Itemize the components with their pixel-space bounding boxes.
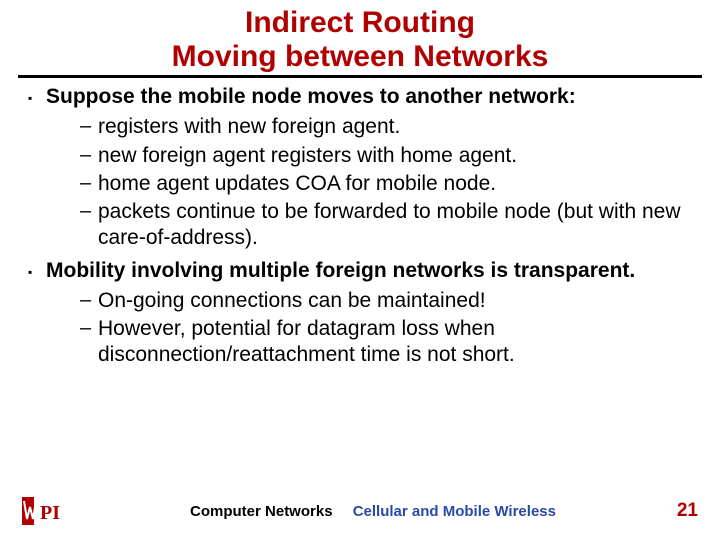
- sub-text: On-going connections can be maintained!: [98, 288, 692, 314]
- dash-bullet-icon: –: [80, 199, 98, 252]
- slide-title: Indirect Routing Moving between Networks: [18, 6, 702, 73]
- wpi-logo-icon: PI: [22, 497, 82, 525]
- list-item: – new foreign agent registers with home …: [80, 143, 692, 169]
- list-item: – On-going connections can be maintained…: [80, 288, 692, 314]
- sub-text: home agent updates COA for mobile node.: [98, 171, 692, 197]
- dash-bullet-icon: –: [80, 316, 98, 369]
- sub-text: packets continue to be forwarded to mobi…: [98, 199, 692, 252]
- list-item: – packets continue to be forwarded to mo…: [80, 199, 692, 252]
- dash-bullet-icon: –: [80, 143, 98, 169]
- title-line-1: Indirect Routing: [245, 6, 475, 39]
- sub-text: new foreign agent registers with home ag…: [98, 143, 692, 169]
- square-bullet-icon: ▪: [28, 84, 46, 110]
- bullet-2-sublist: – On-going connections can be maintained…: [80, 288, 692, 369]
- page-number: 21: [664, 500, 698, 522]
- wpi-logo: PI: [22, 497, 82, 525]
- list-item: – registers with new foreign agent.: [80, 114, 692, 140]
- slide-footer: PI Computer Networks Cellular and Mobile…: [0, 490, 720, 532]
- dash-bullet-icon: –: [80, 114, 98, 140]
- footer-text-2: Cellular and Mobile Wireless: [353, 503, 556, 520]
- sub-text: However, potential for datagram loss whe…: [98, 316, 692, 369]
- title-line-2: Moving between Networks: [172, 40, 549, 73]
- list-item: – However, potential for datagram loss w…: [80, 316, 692, 369]
- bullet-2: ▪ Mobility involving multiple foreign ne…: [28, 258, 692, 284]
- dash-bullet-icon: –: [80, 288, 98, 314]
- bullet-2-text: Mobility involving multiple foreign netw…: [46, 258, 692, 284]
- footer-text-1: Computer Networks: [190, 503, 333, 520]
- dash-bullet-icon: –: [80, 171, 98, 197]
- list-item: – home agent updates COA for mobile node…: [80, 171, 692, 197]
- bullet-1-text: Suppose the mobile node moves to another…: [46, 84, 692, 110]
- bullet-1: ▪ Suppose the mobile node moves to anoth…: [28, 84, 692, 110]
- svg-text:PI: PI: [40, 502, 60, 524]
- footer-center: Computer Networks Cellular and Mobile Wi…: [82, 503, 664, 520]
- sub-text: registers with new foreign agent.: [98, 114, 692, 140]
- slide: Indirect Routing Moving between Networks…: [0, 0, 720, 540]
- bullet-1-sublist: – registers with new foreign agent. – ne…: [80, 114, 692, 251]
- slide-body: ▪ Suppose the mobile node moves to anoth…: [18, 78, 702, 369]
- square-bullet-icon: ▪: [28, 258, 46, 284]
